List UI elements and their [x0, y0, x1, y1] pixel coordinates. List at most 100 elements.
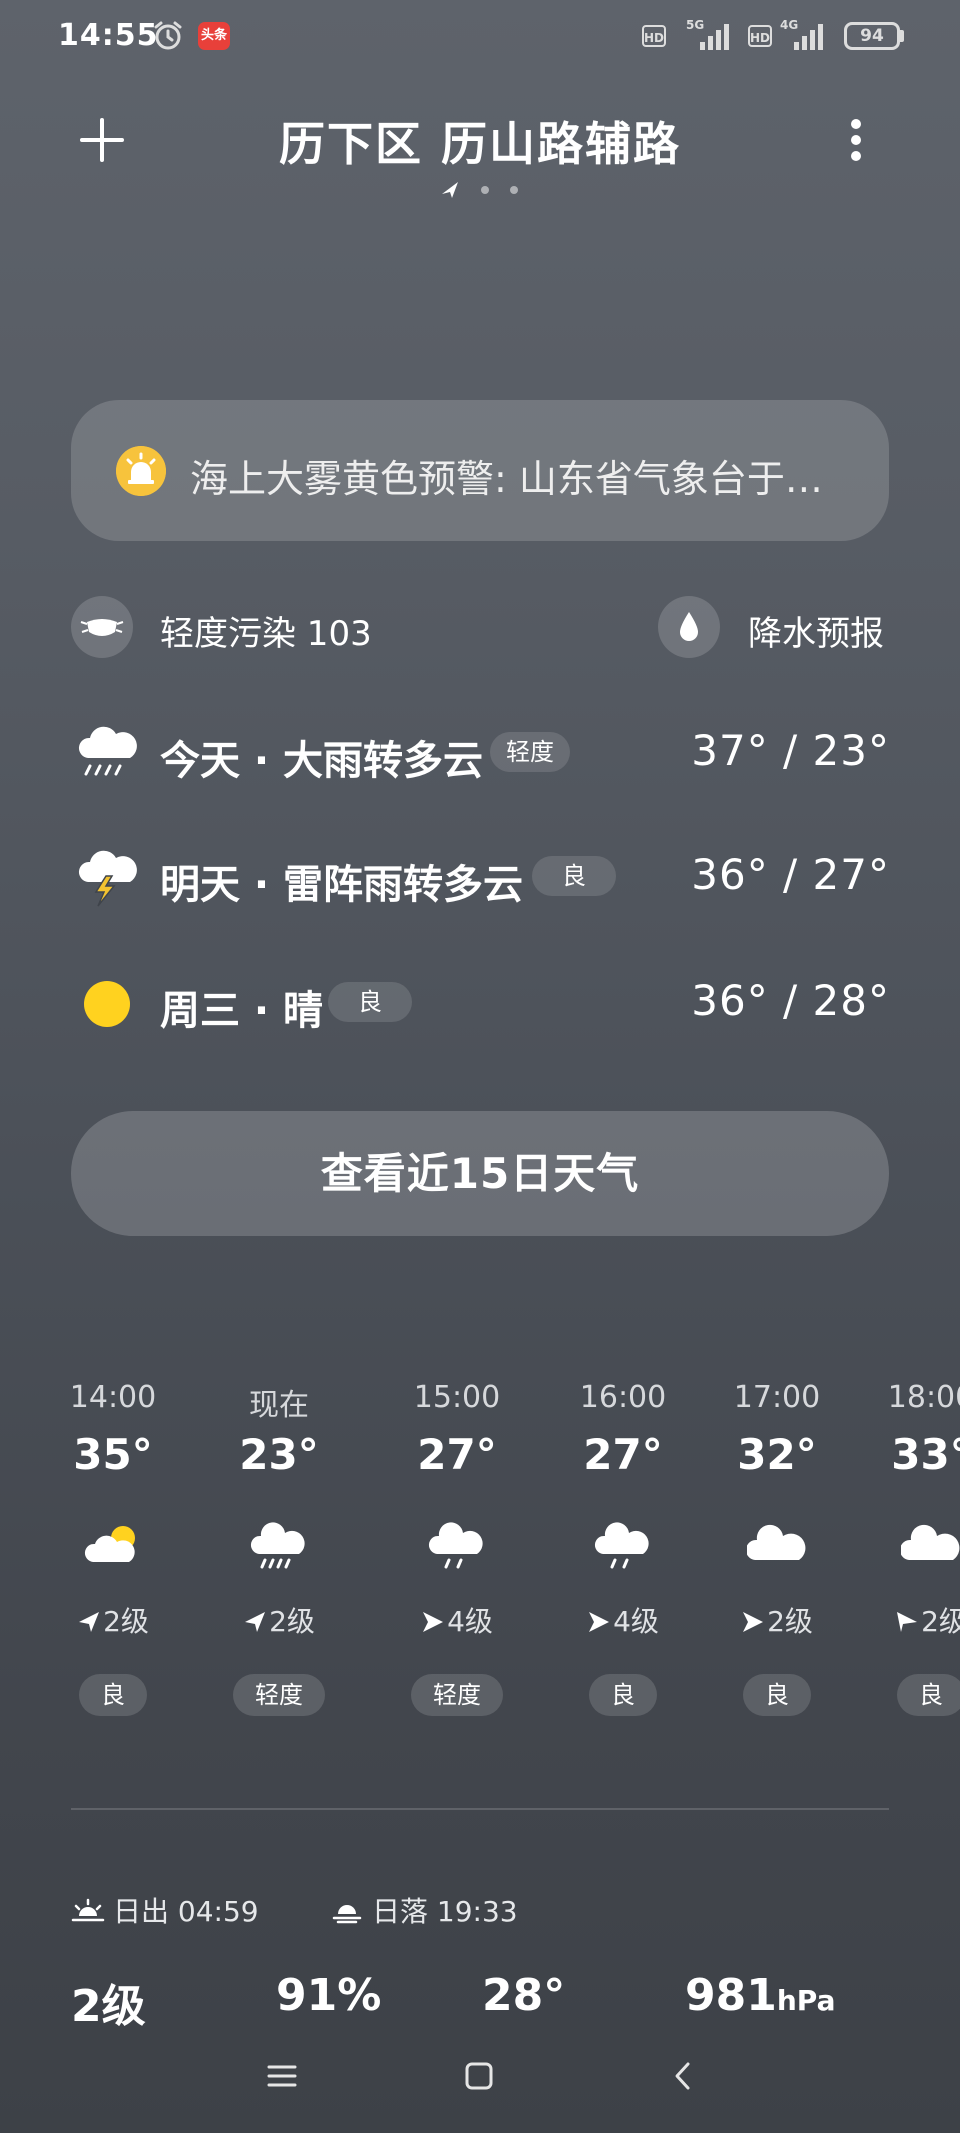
- day-temperature-range: 37° / 23°: [691, 726, 890, 775]
- hour-time: 17:00: [733, 1380, 821, 1415]
- battery-tip: [900, 30, 904, 42]
- hourly-forecast-item[interactable]: 16:00 27° 4级 良: [538, 1380, 708, 1720]
- hour-temperature: 27°: [417, 1430, 497, 1479]
- system-navigation-bar: [0, 2040, 960, 2133]
- current-location-icon: [442, 182, 458, 198]
- precipitation-chip[interactable]: [658, 596, 720, 658]
- hour-wind-level: 2级: [103, 1605, 149, 1638]
- hour-wind-level: 4级: [447, 1605, 493, 1638]
- cloudy-icon: [747, 1524, 806, 1560]
- sunrise-info: 日出 04:59: [71, 1890, 259, 1930]
- air-quality-label[interactable]: 轻度污染 103: [160, 606, 372, 655]
- day-label: 周三 · 晴: [160, 988, 324, 1034]
- location-title[interactable]: 历下区 历山路辅路: [180, 108, 780, 174]
- hourly-forecast-item[interactable]: 17:00 32° 2级 良: [692, 1380, 862, 1720]
- sunrise-time: 日出 04:59: [113, 1895, 259, 1928]
- hour-time: 现在: [249, 1388, 309, 1423]
- day-temperature-range: 36° / 27°: [691, 850, 890, 899]
- hour-wind-level: 4级: [613, 1605, 659, 1638]
- day-aqi-badge: 良: [532, 856, 616, 896]
- cloudy-icon: [901, 1524, 960, 1560]
- sunrise-icon: [71, 1898, 105, 1922]
- raindrop-icon: [680, 612, 698, 641]
- pressure-value: 981hPa: [685, 1970, 835, 2021]
- hour-wind-level: 2级: [269, 1605, 315, 1638]
- feels-like-value: 28°: [482, 1970, 566, 2021]
- day-aqi-badge: 良: [328, 982, 412, 1022]
- sunset-info: 日落 19:33: [330, 1890, 518, 1930]
- hour-time: 16:00: [579, 1380, 667, 1415]
- daily-forecast-row[interactable]: 周三 · 晴 良 36° / 28°: [0, 958, 960, 1048]
- hour-wind-level: 2级: [767, 1605, 813, 1638]
- battery-indicator: 94: [844, 22, 900, 50]
- hour-time: 14:00: [69, 1380, 157, 1415]
- hourly-forecast-item[interactable]: 现在 23° 2级 轻度: [194, 1380, 364, 1720]
- wind-direction-icon: [423, 1612, 444, 1632]
- add-city-button[interactable]: [74, 112, 130, 168]
- hourly-forecast-item[interactable]: 18:00 33° 2级 良: [846, 1380, 960, 1720]
- hour-aqi-badge: 良: [79, 1674, 147, 1716]
- view-15-day-forecast-button[interactable]: 查看近15日天气: [71, 1111, 889, 1236]
- hour-wind: 4级: [538, 1600, 708, 1640]
- sunny-icon: [84, 981, 130, 1027]
- day-label: 明天 · 雷阵雨转多云: [160, 862, 524, 908]
- home-icon[interactable]: [463, 2060, 495, 2092]
- day-aqi-badge: 轻度: [490, 732, 570, 772]
- wind-direction-icon: [743, 1612, 764, 1632]
- hour-aqi-badge: 良: [589, 1674, 657, 1716]
- heavy-rain-icon: [250, 1522, 305, 1569]
- light-rain-icon: [428, 1522, 483, 1569]
- partly-cloudy-icon: [84, 1526, 135, 1562]
- hour-aqi-badge: 良: [897, 1674, 960, 1716]
- hourly-forecast-item[interactable]: 15:00 27° 4级 轻度: [372, 1380, 542, 1720]
- hourly-forecast-item[interactable]: 14:00 35° 2级 良: [28, 1380, 198, 1720]
- wind-direction-icon: [589, 1612, 610, 1632]
- light-rain-icon: [594, 1522, 649, 1569]
- hour-wind: 2级: [28, 1600, 198, 1640]
- section-divider: [71, 1808, 889, 1810]
- hour-temperature: 32°: [737, 1430, 817, 1479]
- warning-siren-icon: [116, 446, 166, 496]
- air-quality-chip[interactable]: [71, 596, 133, 658]
- alert-text: 海上大雾黄色预警: 山东省气象台于…: [190, 457, 823, 501]
- page-indicator: [442, 182, 518, 198]
- menu-icon[interactable]: [266, 2060, 298, 2092]
- precipitation-forecast-label[interactable]: 降水预报: [748, 606, 884, 655]
- hour-wind: 2级: [846, 1600, 960, 1640]
- pressure-unit: hPa: [776, 1984, 836, 2017]
- news-app-icon: 头条: [198, 22, 230, 50]
- status-time: 14:55: [58, 18, 159, 53]
- wind-direction-icon: [245, 1612, 266, 1632]
- sunset-time: 日落 19:33: [372, 1895, 518, 1928]
- hour-temperature: 33°: [891, 1430, 960, 1479]
- day-label: 今天 · 大雨转多云: [160, 738, 484, 784]
- hour-wind: 2级: [194, 1600, 364, 1640]
- hour-temperature: 35°: [73, 1430, 153, 1479]
- more-options-button[interactable]: [838, 112, 874, 168]
- humidity-value: 91%: [276, 1970, 382, 2021]
- hour-wind: 4级: [372, 1600, 542, 1640]
- daily-forecast-row[interactable]: 今天 · 大雨转多云 轻度 37° / 23°: [0, 708, 960, 798]
- hour-temperature: 23°: [239, 1430, 319, 1479]
- heavy-rain-icon: [78, 726, 137, 776]
- sunset-icon: [332, 1905, 362, 1924]
- page-dot: [481, 186, 489, 194]
- hour-aqi-badge: 良: [743, 1674, 811, 1716]
- hour-time: 18:00: [887, 1380, 960, 1415]
- pressure-number: 981: [685, 1970, 777, 2021]
- hd-badge: HD: [642, 25, 666, 47]
- wind-direction-icon: [79, 1612, 100, 1632]
- day-temperature-range: 36° / 28°: [691, 976, 890, 1025]
- hour-time: 15:00: [413, 1380, 501, 1415]
- signal-strength-icon: [700, 24, 729, 50]
- hour-aqi-badge: 轻度: [411, 1674, 503, 1716]
- hd-badge-2: HD: [748, 25, 772, 47]
- daily-forecast-row[interactable]: 明天 · 雷阵雨转多云 良 36° / 27°: [0, 832, 960, 922]
- thunderstorm-icon: [78, 850, 137, 907]
- back-icon[interactable]: [668, 2060, 700, 2092]
- signal-strength-icon-2: [794, 24, 823, 50]
- hour-aqi-badge: 轻度: [233, 1674, 325, 1716]
- status-bar: 14:55 头条 HD 5G HD 4G 94: [0, 0, 960, 72]
- hour-wind: 2级: [692, 1600, 862, 1640]
- face-mask-icon: [80, 619, 124, 636]
